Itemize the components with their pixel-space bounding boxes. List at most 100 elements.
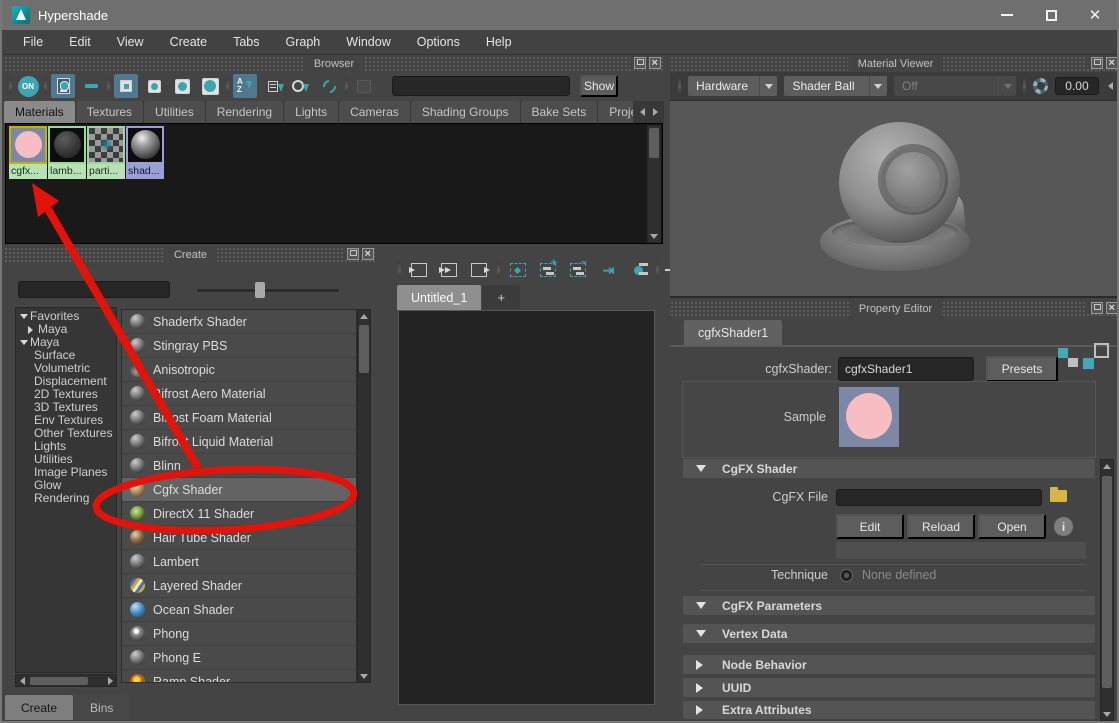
edit-button[interactable]: Edit	[836, 514, 904, 539]
tab-materials[interactable]: Materials	[4, 101, 75, 123]
scrollbar-thumb[interactable]	[359, 325, 369, 373]
tree-item-image-planes[interactable]: Image Planes	[16, 466, 116, 479]
exposure-aperture-icon[interactable]	[1033, 78, 1048, 94]
input-connections-button[interactable]	[407, 258, 431, 282]
list-item-bifrost-aero-material[interactable]: Bifrost Aero Material	[122, 382, 356, 405]
tree-item-rendering[interactable]: Rendering	[16, 492, 116, 505]
create-search-input[interactable]	[18, 281, 170, 298]
expand-arrow-icon[interactable]	[20, 340, 30, 345]
list-item-cgfx-shader[interactable]: Cgfx Shader	[122, 478, 356, 501]
remove-selected-from-graph-button[interactable]	[566, 258, 590, 282]
renderer-dropdown[interactable]: Hardware	[688, 76, 777, 96]
open-in-new-tab-button[interactable]	[1094, 358, 1114, 378]
swatch-shaderfx[interactable]: shad...	[126, 126, 164, 179]
collapse-left-icon[interactable]	[1108, 82, 1113, 90]
sample-swatch[interactable]	[839, 387, 899, 447]
swatch-size-xlarge-button[interactable]	[198, 74, 222, 98]
list-item-stingray-pbs[interactable]: Stingray PBS	[122, 334, 356, 357]
section-vertex-data[interactable]: Vertex Data	[683, 624, 1095, 643]
graph-materials-button[interactable]: ⇥	[596, 258, 620, 282]
close-panel-icon[interactable]	[362, 248, 374, 260]
scrollbar-thumb[interactable]	[649, 128, 659, 158]
show-button[interactable]: Show	[580, 75, 618, 97]
material-preview-viewport[interactable]	[670, 100, 1119, 298]
tab-bins[interactable]: Bins	[74, 695, 129, 720]
scroll-down-icon[interactable]	[1103, 712, 1111, 717]
list-item-anisotropic[interactable]: Anisotropic	[122, 358, 356, 381]
exposure-input[interactable]	[1055, 77, 1099, 95]
list-scrollbar[interactable]	[357, 309, 371, 683]
tab-cgfxshader1[interactable]: cgfxShader1	[684, 320, 782, 345]
list-item-lambert[interactable]: Lambert	[122, 550, 356, 573]
scroll-down-icon[interactable]	[650, 234, 658, 239]
presets-button[interactable]: Presets	[986, 356, 1058, 382]
menu-edit[interactable]: Edit	[56, 35, 104, 49]
menu-create[interactable]: Create	[157, 35, 221, 49]
sort-by-time-button[interactable]	[289, 74, 313, 98]
tab-rendering[interactable]: Rendering	[206, 101, 283, 123]
info-icon[interactable]	[1054, 517, 1073, 536]
swatch-lambert1[interactable]: lamb...	[48, 126, 86, 179]
open-button[interactable]: Open	[978, 514, 1046, 539]
output-connections-button[interactable]	[467, 258, 491, 282]
minimize-button[interactable]	[985, 0, 1029, 30]
scroll-down-icon[interactable]	[360, 674, 368, 679]
browser-search-input[interactable]	[392, 76, 570, 96]
material-viewer-header[interactable]: Material Viewer	[670, 57, 1119, 71]
refresh-swatches-button[interactable]	[317, 74, 341, 98]
scrollbar-thumb[interactable]	[30, 677, 88, 685]
add-selected-to-graph-button[interactable]	[536, 258, 560, 282]
swatch-area[interactable]: cgfx... lamb... parti... shad...	[5, 123, 663, 244]
cgfx-file-input[interactable]	[836, 489, 1042, 506]
list-item-layered-shader[interactable]: Layered Shader	[122, 574, 356, 597]
sort-alphabetical-button[interactable]	[233, 74, 257, 98]
menu-window[interactable]: Window	[333, 35, 403, 49]
close-button[interactable]: ✕	[1073, 0, 1117, 30]
swatch-size-medium-button[interactable]	[142, 74, 166, 98]
reload-button[interactable]: Reload	[907, 514, 975, 539]
tab-create[interactable]: Create	[5, 695, 73, 720]
scroll-up-icon[interactable]	[1103, 464, 1111, 469]
tab-projects[interactable]: Projec	[598, 101, 633, 123]
list-item-phong[interactable]: Phong	[122, 622, 356, 645]
swatch-size-small-button[interactable]	[114, 74, 138, 98]
list-item-hair-tube-shader[interactable]: Hair Tube Shader	[122, 526, 356, 549]
float-panel-icon[interactable]	[1091, 302, 1103, 314]
close-panel-icon[interactable]	[649, 57, 661, 69]
tab-untitled-1[interactable]: Untitled_1	[397, 285, 481, 310]
expand-arrow-icon[interactable]	[28, 326, 38, 334]
property-editor-scrollbar[interactable]	[1100, 459, 1114, 721]
tab-shading-groups[interactable]: Shading Groups	[411, 101, 520, 123]
section-uuid[interactable]: UUID	[683, 678, 1095, 697]
menu-view[interactable]: View	[104, 35, 157, 49]
menu-help[interactable]: Help	[473, 35, 525, 49]
node-graph-canvas[interactable]	[398, 310, 655, 705]
menu-file[interactable]: File	[10, 35, 56, 49]
property-editor-header[interactable]: Property Editor	[670, 302, 1119, 316]
node-name-input[interactable]	[838, 357, 974, 381]
expand-arrow-icon[interactable]	[20, 314, 30, 319]
rearrange-graph-button[interactable]	[506, 258, 530, 282]
float-panel-icon[interactable]	[1091, 57, 1103, 69]
technique-radio[interactable]	[840, 569, 853, 582]
maximize-button[interactable]	[1029, 0, 1073, 30]
section-cgfx-shader[interactable]: CgFX Shader	[683, 459, 1095, 478]
float-panel-icon[interactable]	[347, 248, 359, 260]
tree-horizontal-scrollbar[interactable]	[15, 674, 117, 687]
bar-view-button[interactable]	[79, 74, 103, 98]
tab-cameras[interactable]: Cameras	[339, 101, 410, 123]
swatch-scrollbar[interactable]	[647, 125, 661, 243]
tab-utilities[interactable]: Utilities	[144, 101, 205, 123]
list-item-shaderfx-shader[interactable]: Shaderfx Shader	[122, 310, 356, 333]
tab-textures[interactable]: Textures	[76, 101, 143, 123]
swatch-render-on-button[interactable]: ON	[16, 74, 40, 98]
close-panel-icon[interactable]	[1106, 302, 1118, 314]
scrollbar-thumb[interactable]	[1102, 476, 1112, 688]
close-panel-icon[interactable]	[1106, 57, 1118, 69]
menu-tabs[interactable]: Tabs	[220, 35, 272, 49]
section-cgfx-parameters[interactable]: CgFX Parameters	[683, 596, 1095, 615]
slider-handle[interactable]	[255, 282, 265, 298]
show-connected-nodes-button[interactable]	[626, 258, 650, 282]
swatch-size-slider[interactable]	[197, 289, 339, 292]
menu-options[interactable]: Options	[404, 35, 473, 49]
